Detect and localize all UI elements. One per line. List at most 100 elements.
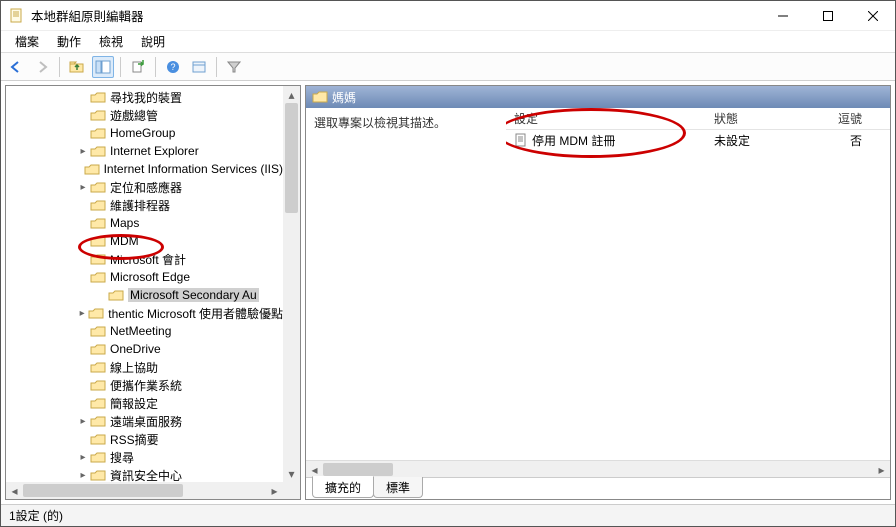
forward-button[interactable] xyxy=(31,56,53,78)
tree-item[interactable]: RSS摘要 xyxy=(6,430,283,448)
tree-pane: 尋找我的裝置遊戲總管HomeGroup ▸ Internet Explorer Int… xyxy=(5,85,301,500)
scroll-down-icon[interactable]: ▾ xyxy=(283,465,300,482)
col-state[interactable]: 狀態 xyxy=(706,110,826,127)
detail-header-title: 媽媽 xyxy=(332,89,356,106)
tree-item[interactable]: ▸遠端桌面服務 xyxy=(6,412,283,430)
col-setting[interactable]: 設定 xyxy=(506,110,706,127)
col-comma[interactable]: 逗號 xyxy=(826,110,890,127)
app-window: 本地群組原則編輯器 檔案 動作 檢視 說明 ? 尋找我的裝置遊戲總管Home xyxy=(0,0,896,527)
filter-button[interactable] xyxy=(223,56,245,78)
menu-file[interactable]: 檔案 xyxy=(7,31,47,52)
setting-name: 停用 MDM 註冊 xyxy=(532,132,615,149)
tree-item[interactable]: 遊戲總管 xyxy=(6,106,283,124)
folder-icon xyxy=(84,162,100,176)
detail-horizontal-scrollbar[interactable]: ◂ ▸ xyxy=(306,460,890,477)
tree-item[interactable]: ▸搜尋 xyxy=(6,448,283,466)
tree-vertical-scrollbar[interactable]: ▴ ▾ xyxy=(283,86,300,482)
scroll-up-icon[interactable]: ▴ xyxy=(283,86,300,103)
toolbar-separator xyxy=(120,57,121,77)
tree-item[interactable]: ▸ 定位和感應器 xyxy=(6,178,283,196)
tree-horizontal-scrollbar[interactable]: ◂ ▸ xyxy=(6,482,283,499)
tree-item[interactable]: Microsoft 會計 xyxy=(6,250,283,268)
expand-icon[interactable]: ▸ xyxy=(76,308,88,319)
tree-item[interactable]: Microsoft Edge xyxy=(6,268,283,286)
folder-icon xyxy=(90,234,106,248)
status-text: 1設定 (的) xyxy=(9,507,63,524)
tree-item[interactable]: Microsoft Secondary Au xyxy=(6,286,283,304)
up-folder-button[interactable] xyxy=(66,56,88,78)
detail-description: 選取專案以檢視其描述。 xyxy=(306,108,506,460)
folder-icon xyxy=(90,450,106,464)
folder-icon xyxy=(90,414,106,428)
tree-item[interactable]: 尋找我的裝置 xyxy=(6,88,283,106)
tree-item[interactable]: HomeGroup xyxy=(6,124,283,142)
minimize-button[interactable] xyxy=(760,1,805,30)
menu-view[interactable]: 檢視 xyxy=(91,31,131,52)
maximize-button[interactable] xyxy=(805,1,850,30)
setting-row[interactable]: 停用 MDM 註冊 未設定否 xyxy=(506,130,890,150)
tab-standard[interactable]: 標準 xyxy=(373,477,423,498)
tab-extended[interactable]: 擴充的 xyxy=(312,476,374,498)
scroll-thumb[interactable] xyxy=(23,484,183,497)
tree-item-label: 維護排程器 xyxy=(110,197,170,214)
folder-icon xyxy=(90,468,106,482)
tree-item[interactable]: Maps xyxy=(6,214,283,232)
folder-icon xyxy=(90,180,106,194)
menu-help[interactable]: 說明 xyxy=(133,31,173,52)
folder-icon xyxy=(90,360,106,374)
folder-icon xyxy=(90,342,106,356)
tree-item[interactable]: 簡報設定 xyxy=(6,394,283,412)
tree-item[interactable]: OneDrive xyxy=(6,340,283,358)
folder-icon xyxy=(90,198,106,212)
tree-item-label: Internet Information Services (IIS) xyxy=(104,162,283,176)
expand-icon[interactable]: ▸ xyxy=(76,146,90,157)
scroll-thumb[interactable] xyxy=(323,463,393,476)
tree-item-label: 定位和感應器 xyxy=(110,179,182,196)
detail-pane: 媽媽 選取專案以檢視其描述。 設定 狀態 逗號 停用 MDM 註冊未設定否 ◂ xyxy=(305,85,891,500)
toolbar-separator xyxy=(216,57,217,77)
tree-item[interactable]: ▸ 資訊安全中心 xyxy=(6,466,283,482)
tree-item[interactable]: NetMeeting xyxy=(6,322,283,340)
column-headers[interactable]: 設定 狀態 逗號 xyxy=(506,108,890,130)
tree-item[interactable]: ▸ Internet Explorer xyxy=(6,142,283,160)
menu-action[interactable]: 動作 xyxy=(49,31,89,52)
setting-state: 未設定 xyxy=(706,132,826,149)
export-button[interactable] xyxy=(127,56,149,78)
show-tree-button[interactable] xyxy=(92,56,114,78)
properties-button[interactable] xyxy=(188,56,210,78)
detail-hint: 選取專案以檢視其描述。 xyxy=(314,116,446,130)
window-title: 本地群組原則編輯器 xyxy=(31,6,760,25)
tree-item[interactable]: 便攜作業系統 xyxy=(6,376,283,394)
tree-item[interactable]: 線上協助 xyxy=(6,358,283,376)
tree-item-label: Microsoft Secondary Au xyxy=(128,288,259,302)
detail-body: 選取專案以檢視其描述。 設定 狀態 逗號 停用 MDM 註冊 未設定否 xyxy=(306,108,890,460)
setting-icon xyxy=(514,133,528,147)
tree-item-label: Maps xyxy=(110,216,139,230)
expand-icon[interactable]: ▸ xyxy=(76,452,90,463)
tree-item[interactable]: MDM xyxy=(6,232,283,250)
toolbar-separator xyxy=(155,57,156,77)
tree[interactable]: 尋找我的裝置遊戲總管HomeGroup ▸ Internet Explorer Int… xyxy=(6,86,283,482)
setting-comma: 否 xyxy=(826,132,890,149)
close-button[interactable] xyxy=(850,1,895,30)
tree-item-label: 資訊安全中心 xyxy=(110,467,182,483)
scroll-right-icon[interactable]: ▸ xyxy=(873,461,890,478)
toolbar-separator xyxy=(59,57,60,77)
help-button[interactable]: ? xyxy=(162,56,184,78)
tree-item-label: 尋找我的裝置 xyxy=(110,89,182,106)
tree-item[interactable]: 維護排程器 xyxy=(6,196,283,214)
folder-icon xyxy=(90,270,106,284)
tree-item[interactable]: Internet Information Services (IIS) xyxy=(6,160,283,178)
tree-item[interactable]: ▸thentic Microsoft 使用者體驗優點 xyxy=(6,304,283,322)
tree-item-label: Internet Explorer xyxy=(110,144,199,158)
scroll-thumb[interactable] xyxy=(285,103,298,213)
scroll-right-icon[interactable]: ▸ xyxy=(266,482,283,499)
expand-icon[interactable]: ▸ xyxy=(76,470,90,481)
content-area: 尋找我的裝置遊戲總管HomeGroup ▸ Internet Explorer Int… xyxy=(1,81,895,504)
toolbar: ? xyxy=(1,53,895,81)
scroll-left-icon[interactable]: ◂ xyxy=(6,482,23,499)
expand-icon[interactable]: ▸ xyxy=(76,416,90,427)
expand-icon[interactable]: ▸ xyxy=(76,182,90,193)
back-button[interactable] xyxy=(5,56,27,78)
folder-icon xyxy=(88,306,104,320)
